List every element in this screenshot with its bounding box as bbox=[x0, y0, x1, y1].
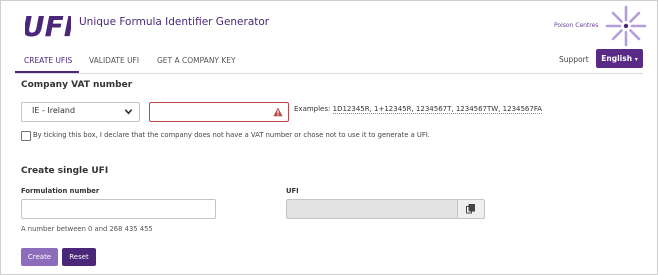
formulation-number-label: Formulation number bbox=[21, 187, 100, 195]
vat-number-input[interactable] bbox=[149, 102, 289, 122]
nav-divider bbox=[15, 73, 643, 74]
single-ufi-heading: Create single UFI bbox=[21, 166, 109, 176]
ufi-output-field bbox=[286, 199, 459, 219]
vat-examples-prefix: Examples: bbox=[294, 105, 333, 113]
language-label: English bbox=[601, 54, 633, 63]
copy-icon bbox=[466, 204, 475, 214]
app-frame: UFI Unique Formula Identifier Generator … bbox=[0, 0, 658, 275]
app-title: Unique Formula Identifier Generator bbox=[79, 16, 270, 28]
support-link[interactable]: Support bbox=[559, 55, 589, 64]
copy-ufi-button[interactable] bbox=[457, 199, 485, 219]
tab-validate-ufi[interactable]: VALIDATE UFI bbox=[89, 56, 139, 65]
country-select[interactable]: IE - Ireland bbox=[21, 102, 140, 122]
country-select-value: IE - Ireland bbox=[32, 106, 76, 115]
formulation-number-hint: A number between 0 and 268 435 455 bbox=[21, 225, 153, 233]
vat-examples-list: 1D12345R, 1+12345R, 1234567T, 1234567TW,… bbox=[332, 105, 543, 114]
poison-centres-label: Poison Centres bbox=[554, 22, 599, 29]
tab-create-ufis[interactable]: CREATE UFIS bbox=[24, 56, 72, 65]
ufi-label: UFI bbox=[286, 187, 299, 195]
no-vat-checkbox-label: By ticking this box, I declare that the … bbox=[33, 131, 430, 139]
warning-icon bbox=[273, 107, 283, 117]
caret-down-icon: ▾ bbox=[634, 56, 638, 63]
no-vat-checkbox[interactable] bbox=[21, 131, 31, 141]
poison-centres-burst-icon bbox=[605, 5, 647, 47]
create-button[interactable]: Create bbox=[21, 248, 58, 266]
ufi-logo: UFI bbox=[25, 10, 71, 40]
formulation-number-input[interactable] bbox=[21, 199, 216, 219]
vat-examples: Examples: 1D12345R, 1+12345R, 1234567T, … bbox=[294, 105, 543, 114]
language-button[interactable]: English ▾ bbox=[596, 49, 643, 68]
vat-heading: Company VAT number bbox=[21, 80, 133, 90]
tab-get-company-key[interactable]: GET A COMPANY KEY bbox=[157, 56, 236, 65]
chevron-down-icon bbox=[124, 109, 133, 115]
logo-text: UFI bbox=[25, 10, 71, 40]
reset-button[interactable]: Reset bbox=[62, 248, 96, 266]
